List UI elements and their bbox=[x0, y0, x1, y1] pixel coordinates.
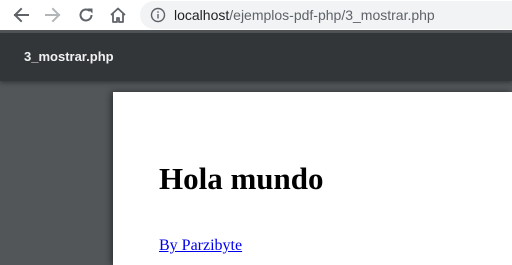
home-icon bbox=[110, 7, 126, 23]
forward-button[interactable] bbox=[42, 4, 64, 26]
url-path: /ejemplos-pdf-php/3_mostrar.php bbox=[229, 7, 435, 23]
back-button[interactable] bbox=[10, 4, 32, 26]
reload-button[interactable] bbox=[75, 4, 97, 26]
address-bar[interactable]: localhost/ejemplos-pdf-php/3_mostrar.php bbox=[140, 1, 512, 29]
arrow-left-icon bbox=[13, 7, 29, 23]
page-heading: Hola mundo bbox=[159, 161, 324, 196]
home-button[interactable] bbox=[107, 4, 129, 26]
url-host: localhost bbox=[174, 7, 230, 23]
reload-icon bbox=[79, 8, 93, 22]
arrow-right-icon bbox=[45, 7, 61, 23]
url-text[interactable]: localhost/ejemplos-pdf-php/3_mostrar.php bbox=[174, 1, 435, 29]
info-icon[interactable] bbox=[150, 7, 166, 23]
author-link[interactable]: By Parzibyte bbox=[159, 237, 242, 255]
pdf-page: Hola mundo By Parzibyte bbox=[113, 92, 512, 265]
document-title: 3_mostrar.php bbox=[24, 49, 114, 64]
pdf-viewer-toolbar: 3_mostrar.php bbox=[0, 33, 512, 81]
browser-toolbar: localhost/ejemplos-pdf-php/3_mostrar.php bbox=[0, 0, 512, 30]
